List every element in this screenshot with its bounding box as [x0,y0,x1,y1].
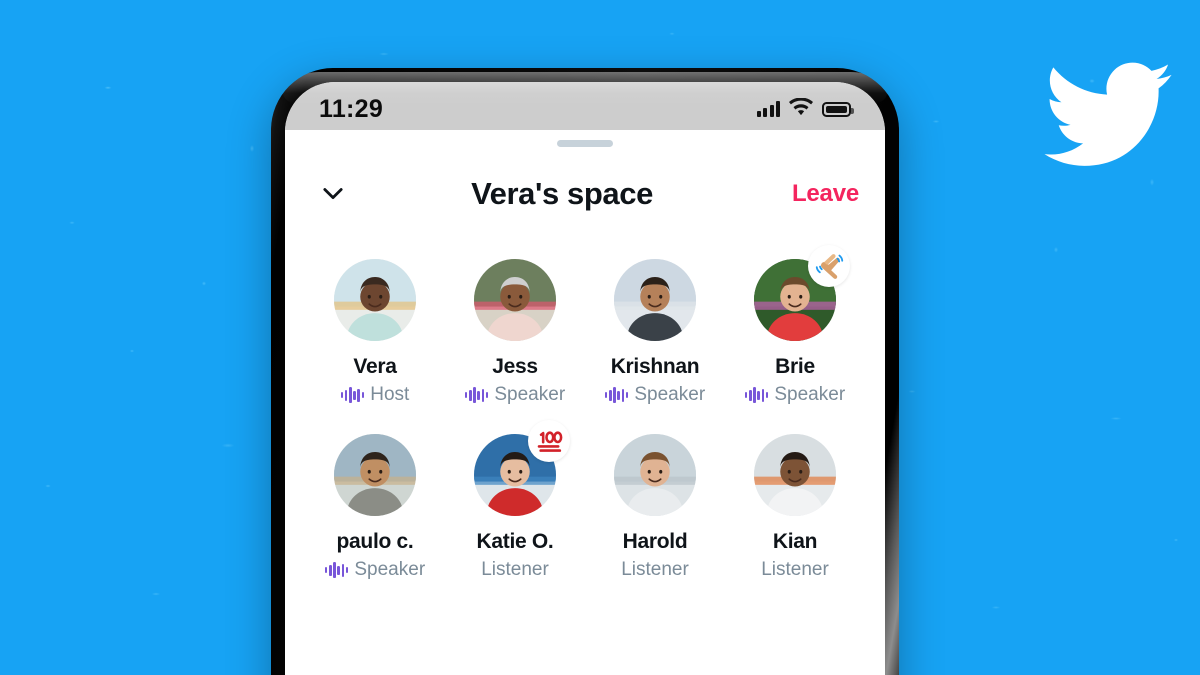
participant-role-line: Speaker [604,384,706,406]
chevron-down-icon [319,179,347,210]
audio-waveform-icon [744,387,769,403]
space-header: Vera's space Leave [285,163,885,225]
participant-role: Listener [481,559,549,580]
participant-name: Kian [772,530,818,553]
participant-role-line: Listener [621,559,689,581]
audio-waveform-icon [604,387,629,403]
participant-card[interactable]: Krishnan Speaker [585,259,725,406]
participant-role: Listener [621,559,689,580]
status-bar: 11:29 [285,82,885,130]
avatar [754,434,836,516]
avatar-wrap [334,259,416,341]
avatar-wrap [754,245,850,341]
drag-handle[interactable] [557,140,613,147]
participant-role-line: Host [340,384,410,406]
participant-role-line: Speaker [744,384,846,406]
avatar-wrap [474,259,556,341]
participant-role: Listener [761,559,829,580]
participant-card[interactable]: Jess Speaker [445,259,585,406]
participant-role-line: Listener [481,559,549,581]
participant-name: Harold [622,530,688,553]
avatar-wrap [474,420,570,516]
participant-grid: Vera Host Jess Speaker Krishnan Speaker … [285,225,885,581]
participant-name: Jess [492,355,538,378]
participant-role-line: Listener [761,559,829,581]
participant-name: Katie O. [476,530,554,553]
status-icons [756,97,854,121]
wifi-icon [789,97,813,121]
twitter-bird-icon [1044,60,1172,168]
participant-name: Brie [775,355,815,378]
participant-role-line: Speaker [464,384,566,406]
avatar-wrap [754,434,836,516]
waving-hand-emoji [808,245,850,287]
participant-card[interactable]: Katie O. Listener [445,420,585,581]
space-sheet: Vera's space Leave Vera Host Jess Speake… [285,130,885,675]
cellular-bars-icon [756,101,780,117]
audio-waveform-icon [340,387,365,403]
participant-role-line: Speaker [324,559,426,581]
audio-waveform-icon [464,387,489,403]
participant-name: paulo c. [336,530,414,553]
avatar [474,259,556,341]
avatar [334,434,416,516]
phone-device: 11:29 Vera's space Leave Vera Host Jess … [271,68,899,675]
participant-card[interactable]: Kian Listener [725,434,865,581]
avatar [614,434,696,516]
avatar-wrap [334,434,416,516]
participant-role: Speaker [494,384,566,405]
participant-role: Host [370,384,410,405]
page-title: Vera's space [471,176,653,211]
battery-full-icon [822,101,854,117]
phone-screen: 11:29 Vera's space Leave Vera Host Jess … [285,82,885,675]
avatar [334,259,416,341]
avatar-wrap [614,434,696,516]
participant-name: Vera [353,355,397,378]
hundred-points-emoji [528,420,570,462]
avatar [614,259,696,341]
status-time: 11:29 [319,94,384,123]
participant-name: Krishnan [610,355,700,378]
participant-role: Speaker [634,384,706,405]
participant-role: Speaker [354,559,426,580]
audio-waveform-icon [324,562,349,578]
participant-card[interactable]: Vera Host [305,259,445,406]
collapse-button[interactable] [311,172,355,216]
participant-role: Speaker [774,384,846,405]
leave-button[interactable]: Leave [769,180,859,208]
participant-card[interactable]: Harold Listener [585,434,725,581]
participant-card[interactable]: paulo c. Speaker [305,434,445,581]
avatar-wrap [614,259,696,341]
participant-card[interactable]: Brie Speaker [725,245,865,406]
